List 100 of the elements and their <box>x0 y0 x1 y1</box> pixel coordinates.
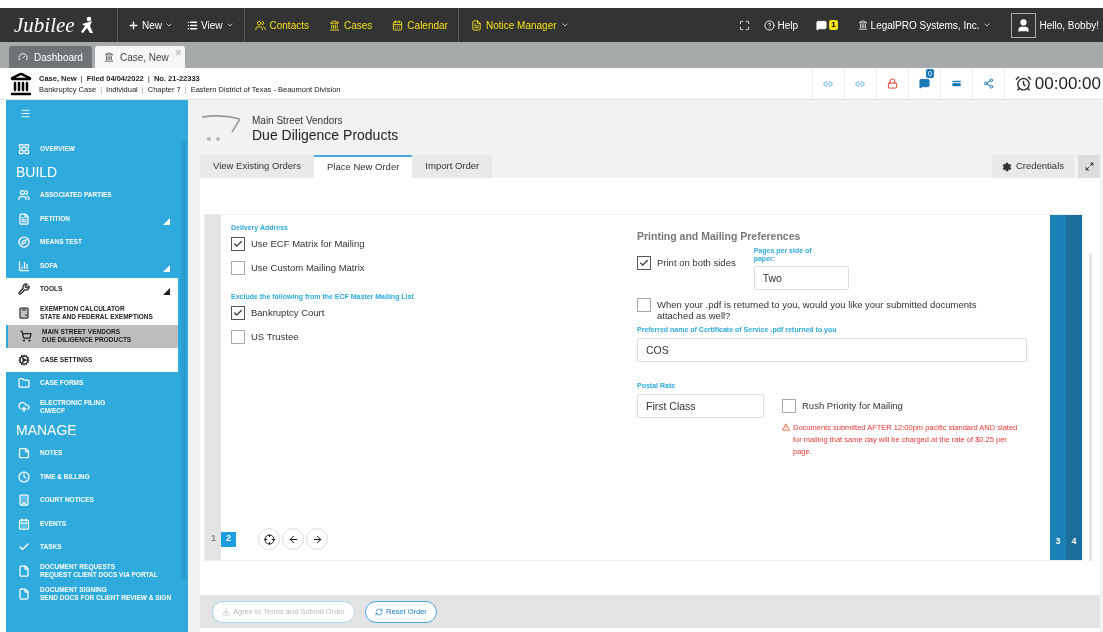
timer: 00:00:00 <box>1034 72 1101 95</box>
page-title: Due Diligence Products <box>252 128 399 143</box>
card-icon[interactable] <box>950 78 962 89</box>
step-panel[interactable]: 4 <box>1066 215 1082 560</box>
checkbox[interactable] <box>782 398 796 413</box>
nav-icon <box>18 494 30 507</box>
crosshair-icon <box>263 533 275 545</box>
checkbox-label: US Trustee <box>251 330 299 342</box>
avatar-icon[interactable] <box>1010 12 1036 38</box>
nav-icon <box>18 259 30 272</box>
checkbox[interactable] <box>637 255 651 270</box>
menu-icon[interactable] <box>20 108 31 119</box>
page-subtitle: Main Street Vendors <box>252 114 344 128</box>
sidebar-heading: MANAGE <box>15 420 78 440</box>
step-panel[interactable]: 3 <box>1050 215 1066 560</box>
nav-icon <box>18 283 30 296</box>
help-button[interactable]: Help <box>763 17 799 33</box>
document-tab[interactable]: Case, New × <box>94 46 185 68</box>
caret-icon <box>225 21 234 29</box>
expand-icon <box>1084 162 1094 171</box>
checkbox[interactable] <box>231 306 245 320</box>
nav-link[interactable]: Cases <box>329 17 373 33</box>
checkbox-label: When your .pdf is returned to you, would you like your submitted documents attached as well? <box>657 297 978 321</box>
tab[interactable]: View Existing Orders <box>200 155 314 178</box>
nav-icon <box>18 470 30 483</box>
bank-icon <box>857 20 868 30</box>
list-icon <box>187 19 198 31</box>
courthouse-icon <box>9 71 33 96</box>
notice-manager-button[interactable]: Notice Manager <box>458 17 581 33</box>
step-number: 4 <box>1071 534 1077 548</box>
nav-icon <box>18 588 30 601</box>
arrow-left-icon <box>287 533 299 545</box>
arrow-right-icon <box>311 533 323 545</box>
checkbox-label: Rush Priority for Mailing <box>802 398 903 411</box>
credentials-button[interactable]: Credentials <box>991 155 1074 178</box>
fullscreen-icon[interactable] <box>738 19 750 31</box>
nav-link[interactable]: Contacts <box>254 17 309 33</box>
nav-icon <box>18 564 30 577</box>
figure-icon <box>78 16 95 34</box>
checkbox[interactable] <box>231 330 245 344</box>
checkbox-label: Use Custom Mailing Matrix <box>251 260 365 273</box>
expand-button[interactable] <box>1078 155 1100 178</box>
bank-icon <box>329 19 340 31</box>
text-field[interactable]: First Class <box>637 393 764 418</box>
nav-icon <box>18 236 30 249</box>
help-icon <box>763 19 775 31</box>
nav-icon <box>18 377 30 390</box>
bank-icon <box>103 52 114 62</box>
warning-icon <box>782 422 790 431</box>
checkbox-label: Use ECF Matrix for Mailing <box>251 236 365 249</box>
firm-menu[interactable]: LegalPRO Systems, Inc. <box>857 17 991 33</box>
step-number: 3 <box>1055 534 1061 548</box>
checkbox-label: Print on both sides <box>657 255 736 268</box>
check-icon <box>639 257 649 268</box>
gear-icon <box>1001 161 1012 172</box>
count-badge: 1 <box>829 20 838 30</box>
logo[interactable]: Jubilee <box>14 14 75 36</box>
nav-icon <box>18 212 30 225</box>
document-icon <box>470 19 482 31</box>
share-icon[interactable] <box>982 78 994 89</box>
checkbox-label: Bankruptcy Court <box>251 306 325 318</box>
plus-icon <box>128 19 139 31</box>
check-icon <box>233 308 243 318</box>
nav-icon <box>18 400 30 413</box>
timer-icon <box>1014 75 1032 92</box>
text-field[interactable]: COS <box>637 338 1027 363</box>
cart-icon <box>202 114 240 142</box>
checkbox[interactable] <box>231 260 245 275</box>
menu-button[interactable]: New <box>128 17 173 33</box>
sidebar-heading: BUILD <box>15 162 59 182</box>
text-field[interactable]: Two <box>753 265 849 290</box>
greeting[interactable]: Hello, Bobby! <box>1039 17 1103 33</box>
nav-icon <box>18 189 30 202</box>
tab[interactable]: Place New Order <box>314 155 413 178</box>
messages-button[interactable]: 1 <box>816 19 838 31</box>
lock-icon[interactable] <box>886 78 898 89</box>
nav-link[interactable]: Calendar <box>392 17 448 33</box>
caret-icon <box>165 21 173 29</box>
refresh-icon <box>375 607 383 616</box>
nav-icon <box>20 330 32 343</box>
checkbox[interactable] <box>637 297 651 312</box>
tab[interactable]: Import Order <box>412 155 493 178</box>
nav-icon <box>18 306 30 319</box>
nav-icon <box>18 517 30 530</box>
people-icon <box>254 19 266 31</box>
check-icon <box>233 238 243 249</box>
comment-icon[interactable] <box>918 78 930 89</box>
checkbox[interactable] <box>231 236 245 251</box>
menu-button[interactable]: View <box>187 17 234 33</box>
nav-icon <box>18 447 30 460</box>
document-tab[interactable]: Dashboard <box>9 46 92 68</box>
nav-icon <box>18 142 30 155</box>
caret-icon <box>982 21 991 29</box>
section-heading: Printing and Mailing Preferences <box>637 229 802 244</box>
download-icon <box>222 607 230 616</box>
expand-triangle-icon[interactable] <box>163 288 170 295</box>
chat-icon <box>816 19 828 31</box>
caret-icon <box>560 21 569 29</box>
gauge-icon <box>18 52 28 62</box>
nav-icon <box>18 353 30 366</box>
